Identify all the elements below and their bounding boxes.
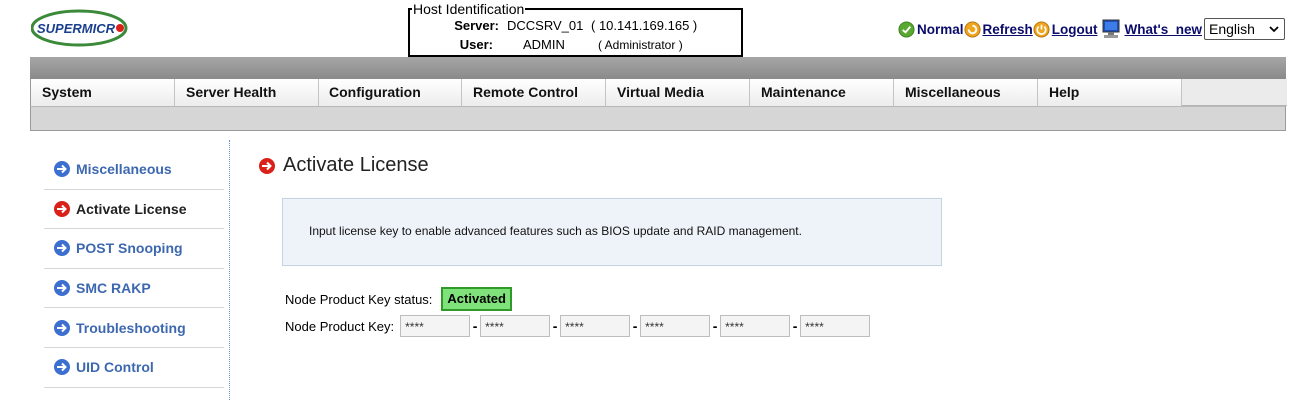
sidebar-divider [229, 140, 230, 400]
arrow-right-icon [54, 200, 70, 217]
key-separator: - [712, 318, 718, 334]
user-label: User: [459, 37, 493, 52]
tab-remote-control[interactable]: Remote Control [462, 79, 606, 106]
sidebar-item-activate-license[interactable]: Activate License [44, 190, 224, 230]
status-text: Normal [916, 21, 964, 37]
sidebar-item-label: Troubleshooting [76, 319, 186, 336]
language-value: English [1209, 21, 1255, 37]
system-status: Normal [898, 20, 964, 38]
sidebar: Miscellaneous Activate License POST Snoo… [44, 150, 224, 388]
product-key-input-2[interactable] [480, 315, 551, 337]
header-toolbar: Normal Refresh Logout What's_new English [898, 16, 1285, 42]
arrow-right-icon [54, 240, 70, 257]
nav-top-band [30, 57, 1286, 79]
svg-text:SUPERMICR: SUPERMICR [37, 21, 116, 36]
status-badge: Activated [441, 287, 512, 311]
key-separator: - [552, 318, 558, 334]
sidebar-item-label: Miscellaneous [76, 161, 172, 178]
key-separator: - [632, 318, 638, 334]
server-label: Server: [454, 18, 499, 33]
main-nav: System Server Health Configuration Remot… [30, 79, 1287, 106]
tab-virtual-media[interactable]: Virtual Media [606, 79, 750, 106]
product-key-input-5[interactable] [720, 315, 791, 337]
nav-filler [1182, 79, 1287, 106]
tab-help[interactable]: Help [1038, 79, 1182, 106]
server-ip: ( 10.141.169.165 ) [591, 18, 698, 33]
key-separator: - [792, 318, 798, 334]
logout-icon [1033, 20, 1050, 38]
tab-system[interactable]: System [31, 79, 175, 106]
sidebar-item-smc-rakp[interactable]: SMC RAKP [44, 269, 224, 309]
refresh-link[interactable]: Refresh [963, 20, 1033, 38]
supermicro-logo: SUPERMICR [31, 9, 128, 47]
tab-configuration[interactable]: Configuration [318, 79, 462, 106]
sidebar-item-label: POST Snooping [76, 240, 183, 257]
server-name: DCCSRV_01 [507, 18, 584, 33]
product-key-row: Node Product Key: - - - - - [285, 315, 871, 337]
arrow-right-icon [54, 319, 70, 336]
logout-link[interactable]: Logout [1033, 20, 1098, 38]
tab-server-health[interactable]: Server Health [175, 79, 319, 106]
chevron-down-icon [1269, 26, 1279, 33]
sidebar-item-post-snooping[interactable]: POST Snooping [44, 229, 224, 269]
product-key-input-1[interactable] [400, 315, 471, 337]
arrow-right-icon [54, 161, 70, 178]
tab-maintenance[interactable]: Maintenance [750, 79, 894, 106]
product-key-input-4[interactable] [640, 315, 711, 337]
page-header: Activate License [258, 154, 429, 177]
info-text: Input license key to enable advanced fea… [309, 224, 802, 238]
whats-new-label[interactable]: What's_new [1125, 22, 1202, 37]
arrow-right-icon [259, 157, 275, 174]
arrow-right-icon [54, 280, 70, 297]
sidebar-item-label: UID Control [76, 359, 154, 376]
product-key-input-3[interactable] [560, 315, 631, 337]
key-status-row: Node Product Key status: Activated [285, 287, 512, 311]
logout-label[interactable]: Logout [1052, 22, 1098, 37]
tab-miscellaneous[interactable]: Miscellaneous [894, 79, 1038, 106]
key-separator: - [472, 318, 478, 334]
product-key-label: Node Product Key: [285, 318, 395, 334]
arrow-right-icon [54, 359, 70, 376]
sidebar-item-uid-control[interactable]: UID Control [44, 348, 224, 388]
product-key-input-6[interactable] [800, 315, 871, 337]
page-title: Activate License [283, 154, 429, 176]
host-identification-legend: Host Identification [412, 1, 526, 17]
check-circle-icon [898, 20, 915, 38]
sidebar-item-miscellaneous[interactable]: Miscellaneous [44, 150, 224, 190]
key-status-label: Node Product Key status: [285, 291, 433, 307]
host-identification-box: Host Identification Server: DCCSRV_01 ( … [408, 1, 743, 57]
sidebar-item-label: SMC RAKP [76, 280, 151, 297]
refresh-icon [963, 20, 981, 38]
language-select[interactable]: English [1204, 18, 1285, 40]
sidebar-item-label: Activate License [76, 200, 187, 217]
whats-new-link[interactable]: What's_new [1100, 19, 1202, 39]
info-panel: Input license key to enable advanced fea… [282, 198, 942, 266]
user-role: ( Administrator ) [598, 38, 683, 52]
nav-submenu-bar [30, 106, 1286, 131]
monitor-icon [1102, 19, 1120, 38]
sidebar-item-troubleshooting[interactable]: Troubleshooting [44, 308, 224, 348]
refresh-label[interactable]: Refresh [983, 22, 1033, 37]
user-name: ADMIN [523, 37, 565, 52]
